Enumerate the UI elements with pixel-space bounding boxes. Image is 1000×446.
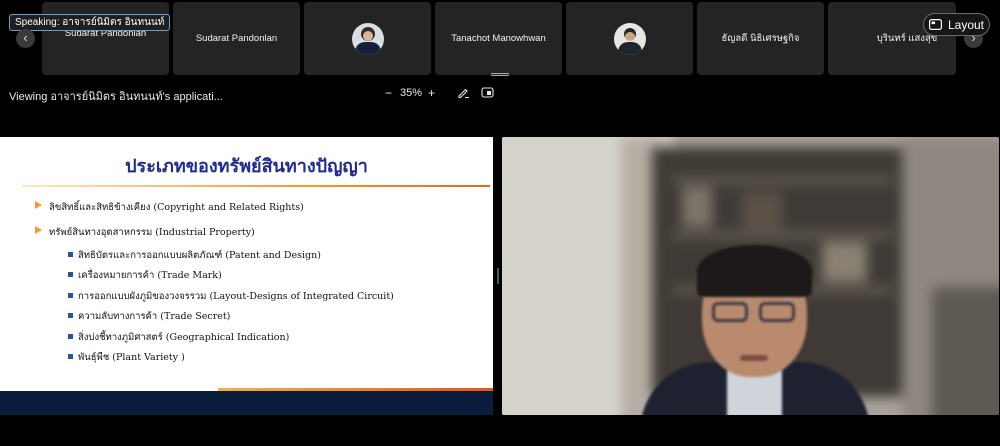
speaker-person: [502, 137, 999, 415]
participant-name: ธัญลดี นิธิเศรษฐกิจ: [721, 33, 800, 44]
layout-button[interactable]: Layout: [923, 13, 990, 36]
slide-subitem: การออกแบบผังภูมิของวงจรรวม (Layout-Desig…: [78, 291, 394, 302]
layout-label: Layout: [947, 17, 985, 32]
slide-subitem: พันธุ์พืช (Plant Variety ): [78, 352, 185, 363]
previous-participants-button[interactable]: ‹: [16, 29, 35, 48]
participant-name: Sudarat Pandonlan: [195, 33, 278, 44]
participant-name: Tanachot Manowhwan: [451, 33, 546, 44]
participant-tile[interactable]: ธัญลดี นิธิเศรษฐกิจ: [697, 2, 824, 75]
participant-photo: [613, 22, 646, 55]
popout-button[interactable]: [481, 86, 494, 103]
slide-title-rule: [22, 185, 490, 187]
slide-item: ทรัพย์สินทางอุตสาหกรรม (Industrial Prope…: [49, 227, 255, 238]
annotate-button[interactable]: [457, 86, 470, 103]
viewing-label: Viewing อาจารย์นิมิตร อินทนนท์'s applica…: [9, 91, 223, 103]
slide-subitem: สิ่งบ่งชี้ทางภูมิศาสตร์ (Geographical In…: [78, 332, 290, 343]
slide-title: ประเภทของทรัพย์สินทางปัญญา: [125, 156, 368, 177]
participant-tile[interactable]: Sudarat Pandonlan: [173, 2, 300, 75]
slide-subitem: เครื่องหมายการค้า (Trade Mark): [78, 270, 222, 281]
chevron-left-icon: ‹: [23, 30, 28, 45]
participant-photo: [351, 22, 384, 55]
slide-subbullet-icon: [68, 354, 73, 359]
participant-tile[interactable]: Sudarat Pandonlan: [42, 2, 169, 75]
slide-subbullet-icon: [68, 272, 73, 277]
slide-subbullet-icon: [68, 313, 73, 318]
slide-bullet-icon: [35, 201, 42, 209]
slide-subitem: สิทธิบัตรและการออกแบบผลิตภัณฑ์ (Patent a…: [78, 250, 321, 261]
speaker-video[interactable]: [502, 137, 999, 415]
strip-resize-handle[interactable]: [491, 73, 509, 76]
slide-subitem: ความลับทางการค้า (Trade Secret): [78, 311, 231, 322]
slide-bullet-icon: [35, 226, 42, 234]
participant-tile[interactable]: [566, 2, 693, 75]
slide-item: ลิขสิทธิ์และสิทธิข้างเคียง (Copyright an…: [49, 202, 304, 213]
participant-tile[interactable]: [304, 2, 431, 75]
slide-footer: [0, 391, 493, 415]
layout-icon: [928, 19, 942, 30]
pen-icon: [458, 88, 469, 99]
zoom-out-button[interactable]: −: [385, 86, 392, 101]
zoom-level: 35%: [400, 87, 423, 99]
zoom-in-button[interactable]: +: [428, 86, 435, 101]
share-toolbar: Viewing อาจารย์นิมิตร อินทนนท์'s applica…: [0, 80, 496, 108]
participant-tile[interactable]: Tanachot Manowhwan: [435, 2, 562, 75]
pane-divider-grip[interactable]: [497, 268, 499, 284]
shared-slide: ประเภทของทรัพย์สินทางปัญญา ลิขสิทธิ์และส…: [0, 137, 493, 415]
slide-subbullet-icon: [68, 293, 73, 298]
slide-subbullet-icon: [68, 252, 73, 257]
speaking-indicator: Speaking: อาจารย์นิมิตร อินทนนท์: [9, 14, 171, 31]
participant-strip: Sudarat Pandonlan Sudarat Pandonlan Tana…: [0, 0, 1000, 78]
popout-icon: [481, 87, 494, 98]
slide-subbullet-icon: [68, 334, 73, 339]
